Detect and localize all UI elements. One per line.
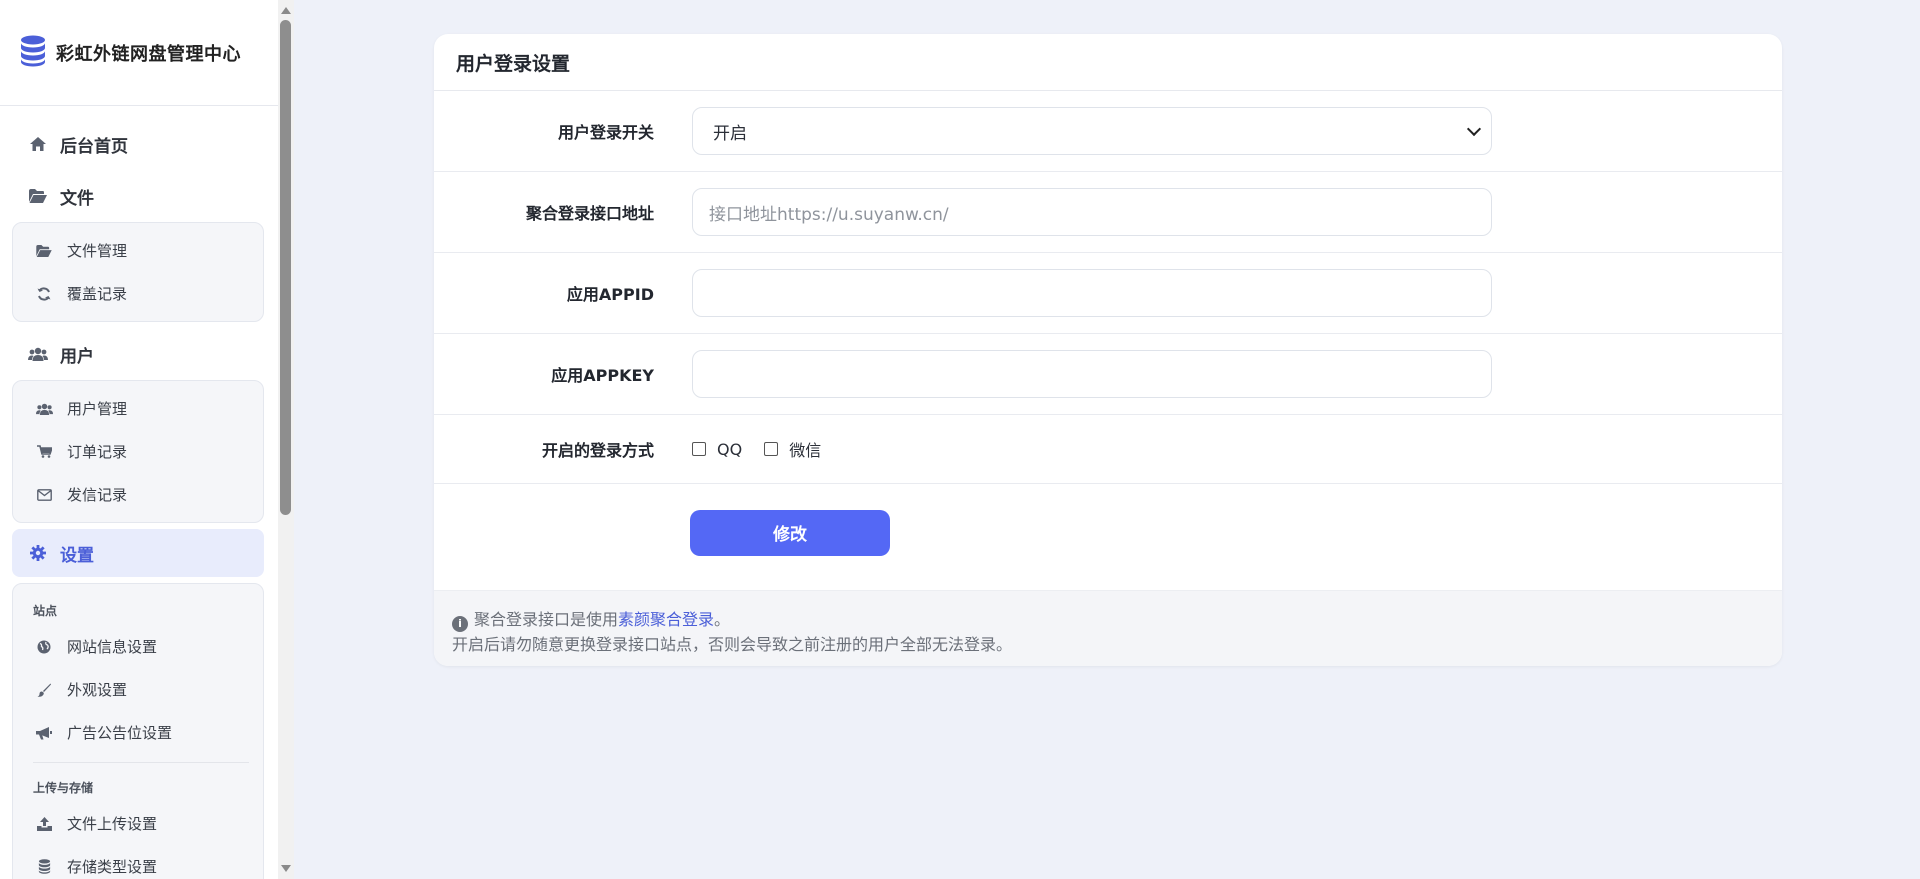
api-url-label: 聚合登录接口地址 xyxy=(525,204,654,223)
method-qq-option[interactable]: QQ xyxy=(692,440,742,459)
brush-icon xyxy=(35,683,53,697)
gear-icon xyxy=(28,545,48,561)
card-footer-note: i 聚合登录接口是使用素颜聚合登录。 开启后请勿随意更换登录接口站点，否则会导致之… xyxy=(434,590,1782,666)
nav-settings-label: 设置 xyxy=(60,545,94,566)
appid-label: 应用APPID xyxy=(566,285,654,304)
footer-link[interactable]: 素颜聚合登录 xyxy=(618,610,714,629)
sidebar-item-label: 覆盖记录 xyxy=(67,285,128,303)
database-icon xyxy=(20,35,56,71)
submit-button[interactable]: 修改 xyxy=(690,509,890,556)
brand[interactable]: 彩虹外链网盘管理中心 xyxy=(0,0,293,106)
sidebar: 彩虹外链网盘管理中心 后台首页 文件 文件管理 覆盖记录 用户 用户管理 订单记… xyxy=(0,0,294,879)
settings-group-upload: 上传与存储 xyxy=(33,781,94,795)
cart-icon xyxy=(35,445,53,458)
bullhorn-icon xyxy=(35,726,53,740)
files-submenu: 文件管理 覆盖记录 xyxy=(12,222,264,322)
users-submenu: 用户管理 订单记录 发信记录 xyxy=(12,380,264,523)
home-icon xyxy=(28,137,48,151)
users-icon xyxy=(35,403,53,415)
nav-users-label: 用户 xyxy=(60,346,94,367)
sidebar-item-file-manage[interactable]: 文件管理 xyxy=(13,229,263,272)
nav-users[interactable]: 用户 xyxy=(12,328,264,380)
method-qq-label: QQ xyxy=(717,439,743,459)
sidebar-item-site-info[interactable]: 网站信息设置 xyxy=(13,625,263,668)
sidebar-item-order-log[interactable]: 订单记录 xyxy=(13,430,263,473)
info-icon: i xyxy=(452,615,468,632)
nav-home[interactable]: 后台首页 xyxy=(12,118,264,170)
chevron-down-icon xyxy=(1466,121,1482,136)
sidebar-item-upload-settings[interactable]: 文件上传设置 xyxy=(13,802,263,845)
footer-line-2: 开启后请勿随意更换登录接口站点，否则会导致之前注册的用户全部无法登录。 xyxy=(452,635,1013,654)
globe-icon xyxy=(35,640,53,654)
form-row-api-url: 聚合登录接口地址 接口地址https://u.suyanw.cn/ xyxy=(434,172,1782,253)
card-title: 用户登录设置 xyxy=(434,34,1782,91)
nav-settings[interactable]: 设置 xyxy=(12,529,264,577)
appkey-label: 应用APPKEY xyxy=(551,366,654,385)
scroll-down-arrow-icon[interactable] xyxy=(281,865,291,872)
footer-line1-prefix: 聚合登录接口是使用 xyxy=(474,610,619,629)
sidebar-item-label: 网站信息设置 xyxy=(67,638,158,656)
sidebar-item-appearance[interactable]: 外观设置 xyxy=(13,668,263,711)
folder-open-icon xyxy=(35,244,53,257)
nav-files[interactable]: 文件 xyxy=(12,170,264,222)
nav-home-label: 后台首页 xyxy=(60,136,128,157)
login-methods-label: 开启的登录方式 xyxy=(541,441,654,460)
brand-title: 彩虹外链网盘管理中心 xyxy=(56,43,241,65)
sidebar-scrollbar[interactable] xyxy=(278,0,294,879)
form-row-appid: 应用APPID xyxy=(434,253,1782,334)
api-url-placeholder: 接口地址https://u.suyanw.cn/ xyxy=(709,204,949,225)
settings-group-site: 站点 xyxy=(33,604,58,618)
api-url-input[interactable]: 接口地址https://u.suyanw.cn/ xyxy=(692,188,1492,236)
sidebar-item-label: 广告公告位设置 xyxy=(67,724,173,742)
sidebar-item-label: 发信记录 xyxy=(67,486,128,504)
form-actions: 修改 xyxy=(434,484,1782,581)
method-wechat-checkbox[interactable] xyxy=(764,442,779,456)
upload-icon xyxy=(35,816,53,831)
form-row-login-methods: 开启的登录方式 QQ 微信 xyxy=(434,415,1782,484)
database-icon xyxy=(35,859,53,874)
sidebar-item-ad-notice[interactable]: 广告公告位设置 xyxy=(13,711,263,754)
sidebar-item-label: 用户管理 xyxy=(67,400,128,418)
nav-files-label: 文件 xyxy=(60,188,94,209)
sidebar-item-label: 存储类型设置 xyxy=(67,858,158,876)
sidebar-item-mail-log[interactable]: 发信记录 xyxy=(13,473,263,516)
footer-line-1: i 聚合登录接口是使用素颜聚合登录。 xyxy=(452,607,1764,632)
login-switch-select[interactable]: 开启 xyxy=(692,107,1492,155)
refresh-icon xyxy=(35,286,53,301)
sidebar-item-storage-type[interactable]: 存储类型设置 xyxy=(13,845,263,879)
sidebar-item-label: 订单记录 xyxy=(67,443,128,461)
divider xyxy=(33,762,249,763)
method-qq-checkbox[interactable] xyxy=(692,442,706,456)
users-icon xyxy=(28,347,48,361)
footer-line1-suffix: 。 xyxy=(714,610,731,629)
sidebar-nav: 后台首页 文件 文件管理 覆盖记录 用户 用户管理 订单记录 发信记录 设置 站… xyxy=(0,106,276,879)
sidebar-item-label: 文件上传设置 xyxy=(67,815,158,833)
form-row-login-switch: 用户登录开关 开启 xyxy=(434,91,1782,172)
login-switch-label: 用户登录开关 xyxy=(557,123,654,142)
folder-open-icon xyxy=(28,189,48,203)
method-wechat-label: 微信 xyxy=(789,441,822,460)
appid-input[interactable] xyxy=(692,269,1492,317)
method-wechat-option[interactable]: 微信 xyxy=(764,437,821,461)
scroll-up-arrow-icon[interactable] xyxy=(281,7,291,14)
login-settings-card: 用户登录设置 用户登录开关 开启 聚合登录接口地址 接口地址https://u.… xyxy=(434,34,1782,666)
sidebar-item-label: 外观设置 xyxy=(67,681,128,699)
sidebar-item-label: 文件管理 xyxy=(67,242,128,260)
settings-submenu: 站点 网站信息设置 外观设置 广告公告位设置 上传与存储 文件上传设置 存储类型… xyxy=(12,583,264,879)
envelope-icon xyxy=(35,488,53,501)
sidebar-item-overwrite-log[interactable]: 覆盖记录 xyxy=(13,272,263,315)
sidebar-item-user-manage[interactable]: 用户管理 xyxy=(13,387,263,430)
appkey-input[interactable] xyxy=(692,350,1492,398)
form-row-appkey: 应用APPKEY xyxy=(434,334,1782,415)
scrollbar-thumb[interactable] xyxy=(280,20,291,515)
login-switch-value: 开启 xyxy=(713,123,747,144)
